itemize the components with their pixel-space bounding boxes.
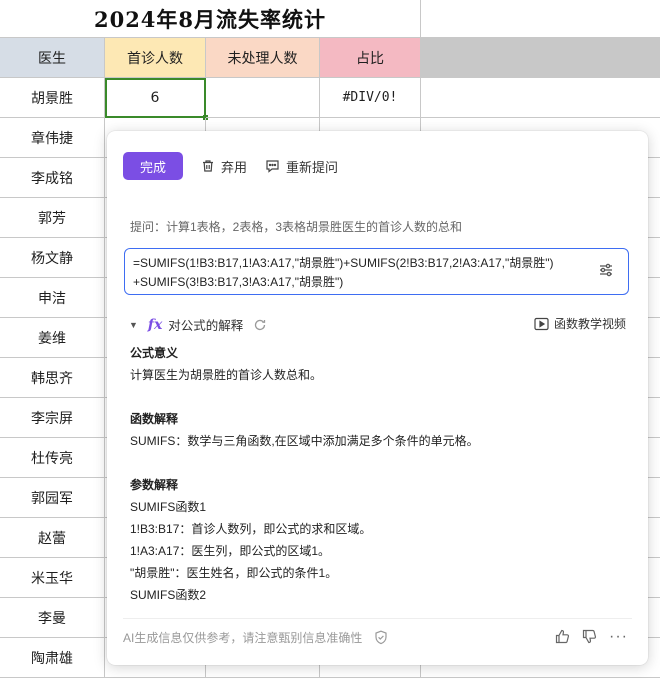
- parameter-line: 1!B3:B17：首诊人数列，即公式的求和区域。: [130, 522, 372, 536]
- doctor-name-cell[interactable]: 申洁: [0, 278, 105, 318]
- panel-toolbar: 完成 弃用 重新提问: [123, 152, 338, 180]
- meaning-text: 计算医生为胡景胜的首诊人数总和。: [130, 368, 323, 382]
- header-first-visit[interactable]: 首诊人数: [105, 38, 206, 78]
- doctor-name-cell[interactable]: 杜传亮: [0, 438, 105, 478]
- reask-label: 重新提问: [286, 159, 339, 175]
- video-label: 函数教学视频: [553, 317, 626, 331]
- doctor-name-cell[interactable]: 章伟捷: [0, 118, 105, 158]
- cell-value: 6: [150, 89, 160, 106]
- doctor-name-cell[interactable]: 郭园军: [0, 478, 105, 518]
- first-visit-cell[interactable]: 6: [105, 78, 208, 120]
- parameter-line: SUMIFS函数2: [130, 588, 207, 602]
- explain-title: 对公式的解释: [168, 319, 244, 333]
- parameter-line: "胡景胜"：医生姓名，即公式的条件1。: [130, 566, 338, 580]
- doctor-name-cell[interactable]: 胡景胜: [0, 78, 105, 118]
- doctor-name-cell[interactable]: 李曼: [0, 598, 105, 638]
- refresh-icon[interactable]: [253, 318, 267, 332]
- fx-icon: fx: [147, 316, 163, 333]
- doctor-name-cell[interactable]: 米玉华: [0, 558, 105, 598]
- panel-footer: AI生成信息仅供参考，请注意甄别信息准确性: [123, 629, 388, 646]
- doctor-name-cell[interactable]: 赵蕾: [0, 518, 105, 558]
- header-ratio[interactable]: 占比: [320, 38, 421, 78]
- explain-toggle[interactable]: ▼ fx 对公式的解释: [129, 315, 267, 334]
- parameter-line: 1!A3:A17：医生列，即公式的区域1。: [130, 544, 331, 558]
- function-text: SUMIFS：数学与三角函数,在区域中添加满足多个条件的单元格。: [130, 434, 479, 448]
- doctor-name-cell[interactable]: 韩思齐: [0, 358, 105, 398]
- header-unprocessed[interactable]: 未处理人数: [206, 38, 320, 78]
- formula-editor[interactable]: =SUMIFS(1!B3:B17,1!A3:A17,"胡景胜")+SUMIFS(…: [124, 248, 629, 295]
- table-row: 胡景胜 6 #DIV/0!: [0, 78, 660, 120]
- thumbs-down-icon[interactable]: [582, 629, 597, 644]
- doctor-name-cell[interactable]: 李宗屏: [0, 398, 105, 438]
- ai-formula-panel: 完成 弃用 重新提问 提问：计算1表格，2表格，3表格胡景胜医生的首诊人数的总和…: [107, 131, 648, 665]
- function-title: 函数解释: [130, 412, 179, 426]
- done-button[interactable]: 完成: [123, 152, 183, 180]
- explanation-content: 公式意义 计算医生为胡景胜的首诊人数总和。 函数解释 SUMIFS：数学与三角函…: [130, 342, 630, 604]
- thumbs-up-icon[interactable]: [555, 629, 570, 644]
- reask-button[interactable]: 重新提问: [265, 157, 338, 176]
- unprocessed-cell[interactable]: [206, 78, 320, 118]
- disclaimer-text: AI生成信息仅供参考，请注意甄别信息准确性: [123, 631, 363, 645]
- doctor-name-cell[interactable]: 陶肃雄: [0, 638, 105, 678]
- doctor-name-cell[interactable]: 杨文静: [0, 238, 105, 278]
- play-video-icon: [534, 317, 549, 330]
- empty-header-cell[interactable]: [421, 38, 660, 78]
- discard-button[interactable]: 弃用: [201, 157, 247, 176]
- divider: [123, 618, 632, 619]
- discard-label: 弃用: [221, 159, 248, 175]
- ratio-cell[interactable]: #DIV/0!: [320, 78, 421, 118]
- sheet-title: 2024年8月流失率统计: [93, 6, 327, 32]
- more-options-icon[interactable]: ···: [609, 628, 628, 644]
- sliders-icon[interactable]: [598, 262, 614, 278]
- header-doctor[interactable]: 医生: [0, 38, 105, 78]
- trash-icon: [203, 160, 213, 172]
- function-video-link[interactable]: 函数教学视频: [534, 315, 626, 332]
- collapse-triangle-icon: ▼: [129, 319, 138, 330]
- formula-line: +SUMIFS(3!B3:B17,3!A3:A17,"胡景胜"): [133, 275, 344, 289]
- doctor-name-cell[interactable]: 姜维: [0, 318, 105, 358]
- sheet-title-cell[interactable]: 2024年8月流失率统计: [0, 0, 421, 38]
- shield-icon: [375, 630, 387, 645]
- meaning-title: 公式意义: [130, 346, 179, 360]
- parameter-title: 参数解释: [130, 478, 179, 492]
- chat-icon: [266, 160, 279, 173]
- prompt-text: 提问：计算1表格，2表格，3表格胡景胜医生的首诊人数的总和: [130, 220, 463, 234]
- doctor-name-cell[interactable]: 李成铭: [0, 158, 105, 198]
- empty-cell[interactable]: [421, 78, 660, 118]
- parameter-line: SUMIFS函数1: [130, 500, 207, 514]
- formula-line: =SUMIFS(1!B3:B17,1!A3:A17,"胡景胜")+SUMIFS(…: [133, 256, 554, 270]
- doctor-name-cell[interactable]: 郭芳: [0, 198, 105, 238]
- feedback-actions: ···: [543, 628, 628, 644]
- empty-cell[interactable]: [421, 0, 660, 38]
